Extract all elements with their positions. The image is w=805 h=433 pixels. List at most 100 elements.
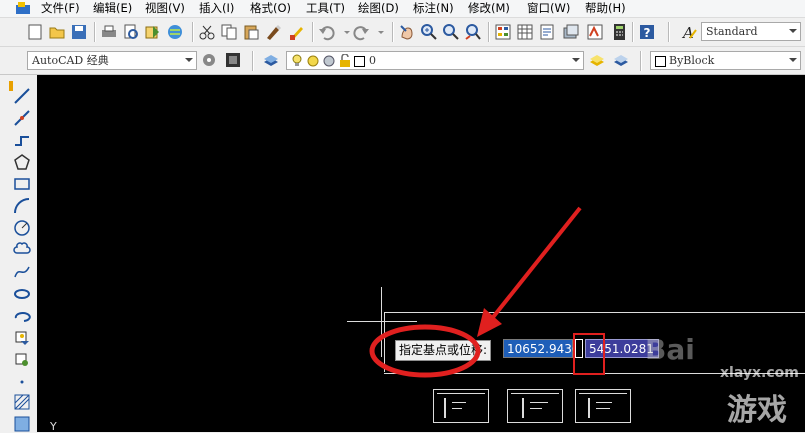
rectangle-icon[interactable] [13, 175, 31, 193]
layer-select[interactable]: 0 [286, 51, 584, 70]
polygon-icon[interactable] [13, 153, 31, 171]
chevron-down-icon [572, 58, 580, 62]
toolbar-separator [192, 22, 194, 42]
zoom-previous-icon[interactable] [464, 23, 482, 41]
print-preview-icon[interactable] [122, 23, 140, 41]
polyline-icon[interactable] [13, 131, 31, 149]
toolbar-separator [312, 22, 314, 42]
markup-set-icon[interactable] [586, 23, 604, 41]
make-object-layer-current-icon[interactable] [588, 51, 606, 69]
layer-name: 0 [369, 54, 376, 67]
toolbar-separator [488, 22, 490, 42]
color-swatch [655, 56, 666, 67]
workspace-settings-icon[interactable] [200, 51, 218, 69]
text-style-value: Standard [706, 25, 758, 38]
highlight-arrow-shaft [488, 206, 582, 323]
cut-icon[interactable] [198, 23, 216, 41]
toolbar-separator [632, 22, 634, 42]
color-value: ByBlock [669, 54, 715, 67]
copy-icon[interactable] [220, 23, 238, 41]
toolbar-lock-icon[interactable] [224, 51, 242, 69]
toolbar-separator [392, 22, 394, 42]
menu-bar: 文件(F) 编辑(E) 视图(V) 插入(I) 格式(O) 工具(T) 绘图(D… [0, 0, 805, 18]
workspace-select[interactable]: AutoCAD 经典 [27, 51, 197, 70]
pan-icon[interactable] [398, 23, 416, 41]
toolbar-separator [252, 51, 254, 71]
menu-modify[interactable]: 修改(M) [467, 1, 511, 16]
toolbar-separator [668, 22, 670, 42]
layer-properties-icon[interactable] [262, 51, 280, 69]
block-editor-icon[interactable] [288, 23, 306, 41]
point-icon[interactable] [13, 373, 31, 391]
menu-view[interactable]: 视图(V) [144, 1, 186, 16]
gradient-icon[interactable] [13, 415, 31, 433]
drawing-canvas[interactable]: 指定基点或位移: 10652.9436 5451.0281 Y Bai xlay… [37, 75, 805, 432]
unlock-icon [340, 54, 350, 67]
redo-dropdown-icon[interactable] [372, 23, 390, 41]
toolbar-separator [640, 51, 642, 71]
draw-toolbar [0, 75, 37, 432]
game-watermark: 游戏 [727, 393, 787, 428]
text-style-icon[interactable]: A [680, 23, 698, 41]
site-watermark: xlayx.com [720, 365, 799, 381]
hatch-icon[interactable] [13, 393, 31, 411]
construction-line-icon[interactable] [13, 109, 31, 127]
insert-block-icon[interactable] [13, 329, 31, 347]
svg-text:A: A [681, 24, 694, 41]
revision-cloud-icon[interactable] [13, 241, 31, 259]
drawing-sheet-thumbnail [433, 389, 489, 423]
zoom-realtime-icon[interactable] [420, 23, 438, 41]
tool-palettes-icon[interactable] [538, 23, 556, 41]
new-file-icon[interactable] [26, 23, 44, 41]
menu-draw[interactable]: 绘图(D) [357, 1, 400, 16]
arc-icon[interactable] [13, 197, 31, 215]
workspace-value: AutoCAD 经典 [32, 54, 109, 67]
sun-icon [307, 55, 319, 67]
viewport-sun-icon [323, 55, 335, 67]
open-folder-icon[interactable] [48, 23, 66, 41]
menu-window[interactable]: 窗口(W) [526, 1, 571, 16]
match-properties-icon[interactable] [264, 23, 282, 41]
svg-text:?: ? [644, 26, 651, 40]
save-icon[interactable] [70, 23, 88, 41]
menu-dimension[interactable]: 标注(N) [412, 1, 455, 16]
undo-icon[interactable] [318, 23, 336, 41]
calculator-icon[interactable] [610, 23, 628, 41]
menu-edit[interactable]: 编辑(E) [92, 1, 133, 16]
standard-toolbar: ? A Standard [0, 18, 805, 47]
chevron-down-icon [185, 58, 193, 62]
ellipse-arc-icon[interactable] [13, 307, 31, 325]
ellipse-icon[interactable] [13, 285, 31, 303]
highlight-circle [369, 324, 481, 378]
web-publish-icon[interactable] [166, 23, 184, 41]
properties-icon[interactable] [494, 23, 512, 41]
layer-color-swatch [354, 56, 365, 67]
sheet-set-icon[interactable] [562, 23, 580, 41]
line-icon[interactable] [13, 87, 31, 105]
layer-previous-icon[interactable] [612, 51, 630, 69]
autocad-app-icon[interactable] [15, 1, 31, 15]
publish-icon[interactable] [144, 23, 162, 41]
design-center-icon[interactable] [516, 23, 534, 41]
menu-file[interactable]: 文件(F) [40, 1, 81, 16]
lightbulb-icon [292, 54, 302, 66]
print-icon[interactable] [100, 23, 118, 41]
zoom-window-icon[interactable] [442, 23, 460, 41]
redo-icon[interactable] [352, 23, 370, 41]
baidu-watermark: Bai [645, 333, 695, 366]
make-block-icon[interactable] [13, 351, 31, 369]
menu-help[interactable]: 帮助(H) [584, 1, 627, 16]
menu-insert[interactable]: 插入(I) [198, 1, 235, 16]
annotation-overlay [369, 206, 582, 378]
workspaces-layers-toolbar: AutoCAD 经典 0 ByBlock [0, 47, 805, 75]
text-style-select[interactable]: Standard [701, 22, 801, 41]
menu-tools[interactable]: 工具(T) [305, 1, 346, 16]
help-icon[interactable]: ? [638, 23, 656, 41]
spline-icon[interactable] [13, 263, 31, 281]
chevron-down-icon [789, 58, 797, 62]
drawing-sheet-thumbnail [575, 389, 631, 423]
color-control-select[interactable]: ByBlock [650, 51, 801, 70]
menu-format[interactable]: 格式(O) [249, 1, 292, 16]
paste-icon[interactable] [242, 23, 260, 41]
circle-icon[interactable] [13, 219, 31, 237]
